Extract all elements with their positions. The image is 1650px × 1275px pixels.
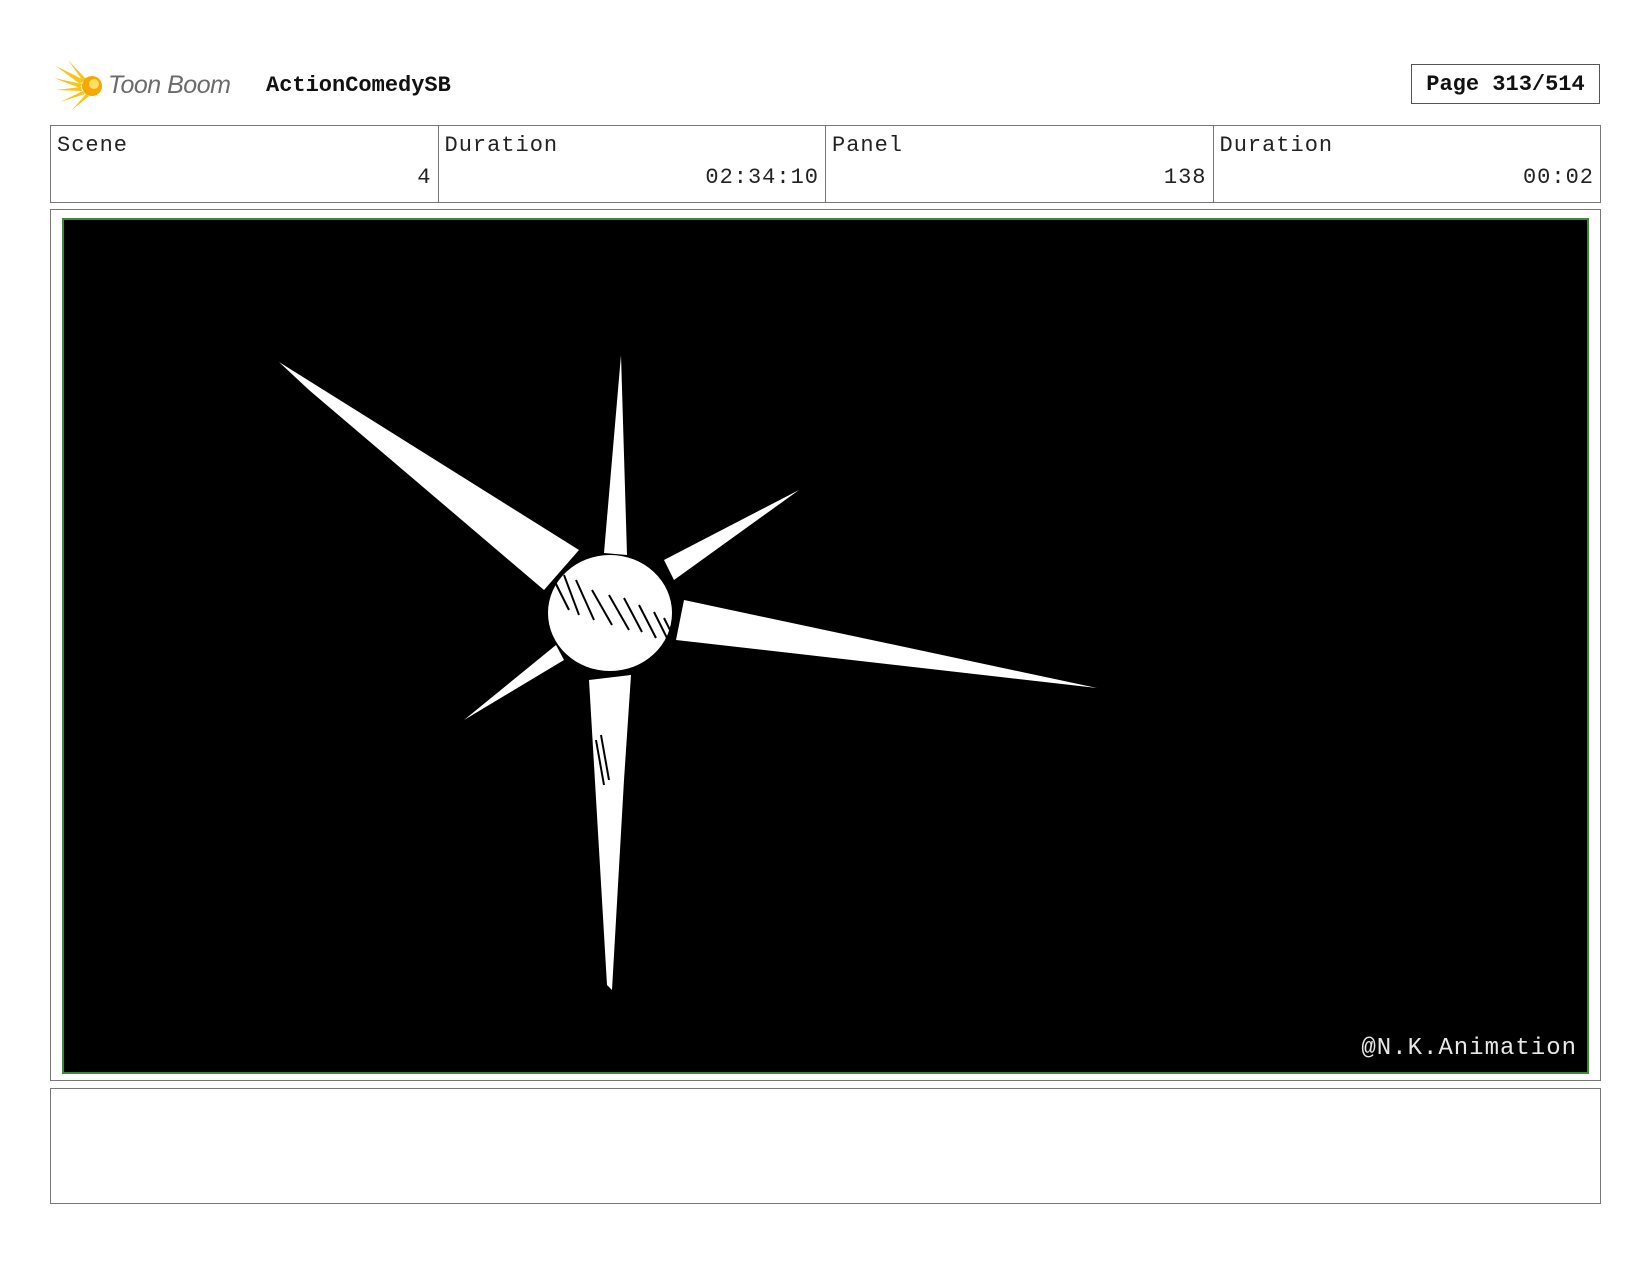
toon-boom-logo-icon <box>54 60 102 110</box>
panel-duration-value: 00:02 <box>1522 165 1594 190</box>
panel-label: Panel <box>832 133 904 158</box>
page-number: Page 313/514 <box>1411 64 1600 104</box>
panel-cell: Panel 138 <box>826 126 1214 202</box>
panel-image: @N.K.Animation <box>62 218 1589 1074</box>
scene-value: 4 <box>417 165 432 190</box>
scene-duration-cell: Duration 02:34:10 <box>439 126 826 202</box>
scene-info-table: Scene 4 Duration 02:34:10 Panel 138 Dura… <box>50 125 1601 203</box>
panel-duration-cell: Duration 00:02 <box>1214 126 1601 202</box>
scene-label: Scene <box>57 133 129 158</box>
scene-duration-label: Duration <box>444 133 559 158</box>
spiked-star-drawing <box>279 355 1097 990</box>
scene-cell: Scene 4 <box>51 126 439 202</box>
panel-value: 138 <box>1163 165 1207 190</box>
watermark-text: @N.K.Animation <box>1361 1035 1577 1062</box>
panel-frame: @N.K.Animation <box>50 209 1601 1081</box>
panel-notes-box[interactable] <box>50 1088 1601 1204</box>
scene-duration-value: 02:34:10 <box>705 165 819 190</box>
page-header: Toon Boom ActionComedySB Page 313/514 <box>50 55 1600 115</box>
panel-duration-label: Duration <box>1219 133 1334 158</box>
project-title: ActionComedySB <box>266 73 451 98</box>
brand-name: Toon Boom <box>108 71 231 99</box>
